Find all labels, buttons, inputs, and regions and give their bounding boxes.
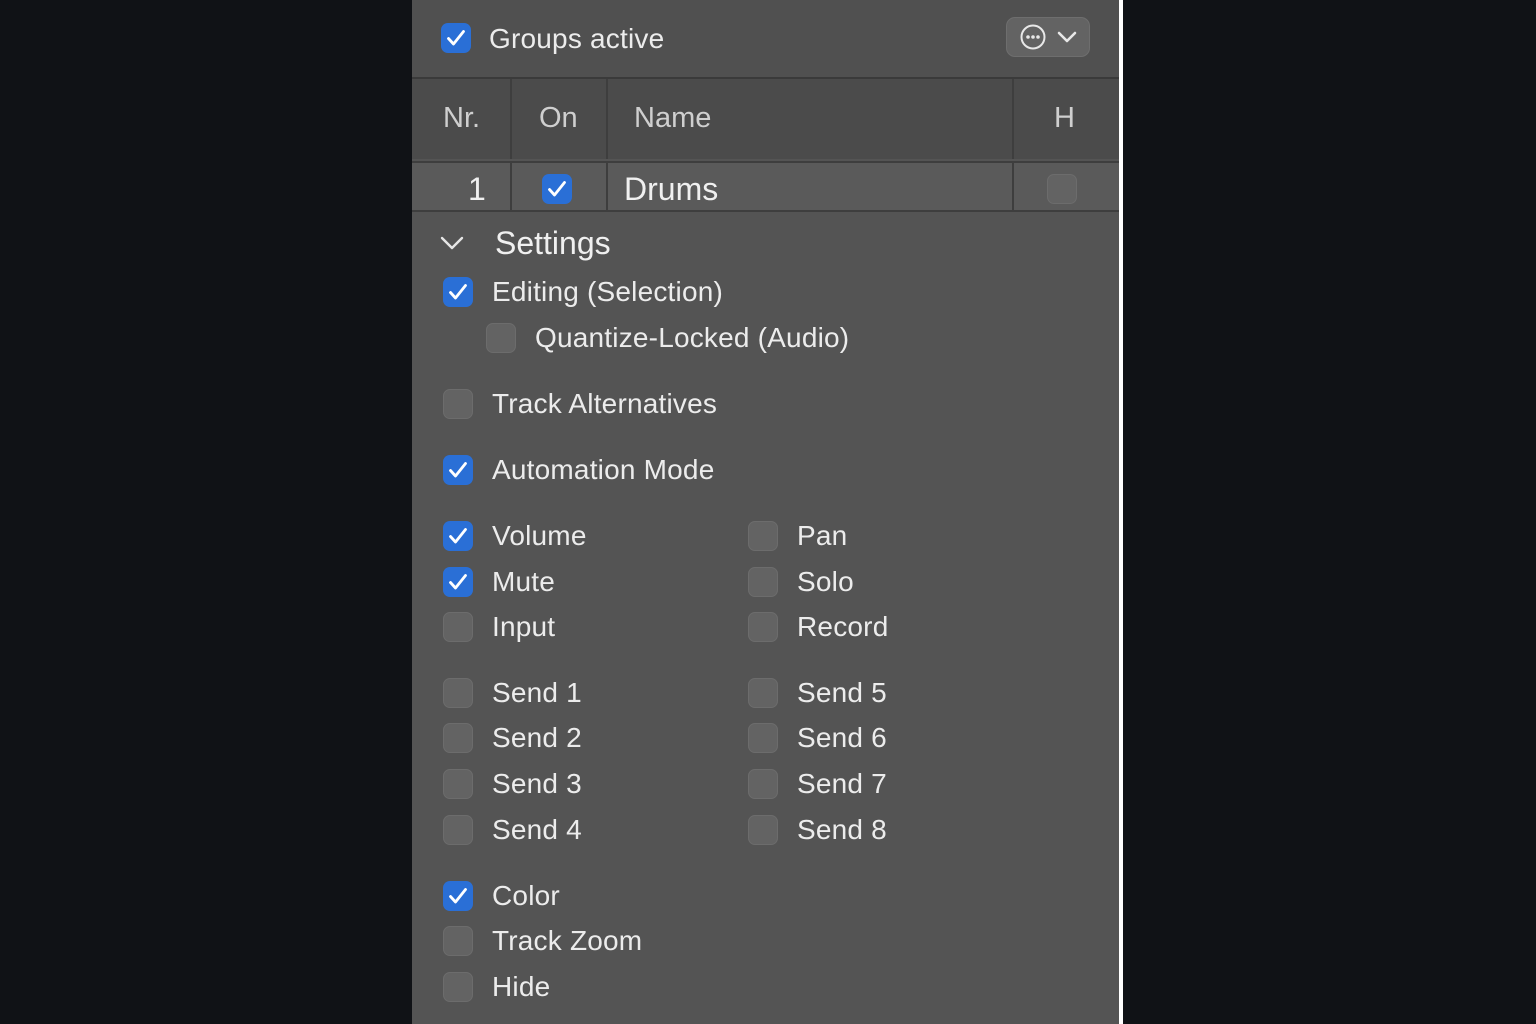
send-3-checkbox[interactable]	[443, 769, 473, 799]
ellipsis-circle-icon	[1020, 24, 1046, 50]
record-checkbox[interactable]	[748, 612, 778, 642]
group-row-name-cell[interactable]: Drums	[608, 163, 1014, 210]
send-5-checkbox[interactable]	[748, 678, 778, 708]
send-3-label: Send 3	[492, 768, 582, 799]
send-2-label: Send 2	[492, 722, 582, 753]
editing-selection-label: Editing (Selection)	[492, 276, 724, 307]
send-1-checkbox[interactable]	[443, 678, 473, 708]
checkmark-icon	[449, 574, 467, 590]
send-7-checkbox[interactable]	[748, 769, 778, 799]
hide-checkbox[interactable]	[443, 972, 473, 1002]
group-row[interactable]: 1 Drums	[412, 161, 1119, 212]
send-7-label: Send 7	[797, 768, 887, 799]
column-header-h-label: H	[1054, 102, 1075, 134]
solo-label: Solo	[797, 566, 854, 597]
send-2-checkbox[interactable]	[443, 723, 473, 753]
group-row-on-cell	[512, 163, 608, 210]
send-8-label: Send 8	[797, 814, 887, 845]
checkmark-icon	[548, 181, 566, 197]
track-alternatives-checkbox[interactable]	[443, 389, 473, 419]
color-label: Color	[492, 880, 560, 911]
pan-checkbox[interactable]	[748, 521, 778, 551]
checkmark-icon	[447, 30, 465, 46]
settings-title: Settings	[495, 225, 611, 261]
checkmark-icon	[449, 528, 467, 544]
mute-checkbox[interactable]	[443, 567, 473, 597]
volume-label: Volume	[492, 520, 587, 551]
send-6-label: Send 6	[797, 722, 887, 753]
group-options-menu-button[interactable]	[1006, 17, 1090, 57]
column-header-nr[interactable]: Nr.	[412, 79, 512, 159]
group-row-name: Drums	[624, 171, 719, 207]
group-table-header: Nr. On Name H	[412, 79, 1119, 159]
group-hide-checkbox[interactable]	[1047, 174, 1077, 204]
checkmark-icon	[449, 888, 467, 904]
pan-label: Pan	[797, 520, 848, 551]
column-header-h[interactable]: H	[1014, 79, 1119, 159]
groups-active-checkbox[interactable]	[441, 23, 471, 53]
color-checkbox[interactable]	[443, 881, 473, 911]
quantize-locked-audio-label: Quantize-Locked (Audio)	[535, 322, 850, 353]
hide-label: Hide	[492, 971, 551, 1002]
send-8-checkbox[interactable]	[748, 815, 778, 845]
send-4-checkbox[interactable]	[443, 815, 473, 845]
send-5-label: Send 5	[797, 677, 887, 708]
column-header-name-label: Name	[634, 102, 712, 134]
automation-mode-label: Automation Mode	[492, 454, 715, 485]
column-header-on-label: On	[539, 102, 578, 134]
editing-selection-checkbox[interactable]	[443, 277, 473, 307]
send-6-checkbox[interactable]	[748, 723, 778, 753]
track-alternatives-label: Track Alternatives	[492, 388, 718, 419]
checkmark-icon	[449, 284, 467, 300]
automation-mode-checkbox[interactable]	[443, 455, 473, 485]
track-zoom-label: Track Zoom	[492, 925, 643, 956]
send-4-label: Send 4	[492, 814, 582, 845]
track-zoom-checkbox[interactable]	[443, 926, 473, 956]
column-header-on[interactable]: On	[512, 79, 608, 159]
checkmark-icon	[449, 462, 467, 478]
chevron-down-icon	[1057, 31, 1077, 43]
volume-checkbox[interactable]	[443, 521, 473, 551]
input-checkbox[interactable]	[443, 612, 473, 642]
solo-checkbox[interactable]	[748, 567, 778, 597]
group-row-h-cell	[1014, 163, 1119, 210]
mute-label: Mute	[492, 566, 556, 597]
group-row-nr: 1	[468, 171, 486, 207]
input-label: Input	[492, 611, 556, 642]
groups-inspector-panel: Groups active Nr. On Name H 1 Drums Sett…	[412, 0, 1123, 1024]
quantize-locked-audio-checkbox[interactable]	[486, 323, 516, 353]
groups-header: Groups active	[412, 0, 1119, 79]
record-label: Record	[797, 611, 889, 642]
chevron-down-icon	[440, 236, 464, 250]
group-on-checkbox[interactable]	[542, 174, 572, 204]
group-row-nr-cell: 1	[412, 163, 512, 210]
column-header-nr-label: Nr.	[443, 102, 481, 134]
send-1-label: Send 1	[492, 677, 582, 708]
groups-active-label: Groups active	[489, 23, 665, 54]
column-header-name[interactable]: Name	[608, 79, 1014, 159]
